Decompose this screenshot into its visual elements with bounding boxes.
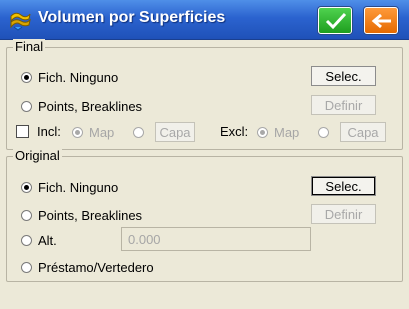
option-label: Map [274, 124, 300, 140]
ok-button[interactable] [318, 7, 352, 34]
excl-label: Excl: [220, 124, 249, 139]
incl-checkbox[interactable] [16, 125, 29, 138]
excl-capa-option[interactable] [318, 123, 335, 141]
final-define-button[interactable]: Definir [311, 95, 376, 115]
option-label: Préstamo/Vertedero [38, 259, 154, 275]
original-select-button[interactable]: Selec. [311, 176, 376, 196]
radio-button[interactable] [21, 234, 32, 246]
final-option-points[interactable]: Points, Breaklines [21, 97, 142, 115]
original-legend: Original [13, 148, 62, 163]
original-option-alt[interactable]: Alt. [21, 231, 57, 249]
checkmark-icon [325, 12, 347, 30]
original-define-button[interactable]: Definir [311, 204, 376, 224]
back-arrow-icon [371, 13, 391, 29]
option-label: Map [89, 124, 115, 140]
option-label: Points, Breaklines [38, 98, 143, 114]
incl-capa-option[interactable] [133, 123, 150, 141]
original-group: Original Fich. Ninguno Selec. Points, Br… [6, 148, 403, 282]
final-select-button[interactable]: Selec. [311, 66, 376, 86]
original-option-borrow-fill[interactable]: Préstamo/Vertedero [21, 258, 154, 276]
incl-label: Incl: [37, 124, 61, 139]
radio-button[interactable] [21, 181, 32, 193]
final-group: Final Fich. Ninguno Selec. Points, Break… [6, 39, 403, 150]
option-label: Fich. Ninguno [38, 179, 119, 195]
radio-button[interactable] [257, 126, 268, 138]
radio-button[interactable] [21, 100, 32, 112]
radio-button[interactable] [21, 209, 32, 221]
incl-map-option[interactable]: Map [72, 123, 114, 141]
surface-volume-icon [10, 12, 31, 31]
original-option-points[interactable]: Points, Breaklines [21, 206, 142, 224]
incl-capa-button[interactable]: Capa [155, 122, 195, 142]
alt-input[interactable]: 0.000 [121, 227, 311, 251]
option-label: Fich. Ninguno [38, 69, 119, 85]
excl-map-option[interactable]: Map [257, 123, 299, 141]
final-legend: Final [13, 39, 46, 54]
radio-button[interactable] [133, 126, 144, 138]
back-button[interactable] [364, 7, 398, 34]
radio-button[interactable] [21, 261, 32, 273]
radio-button[interactable] [72, 126, 83, 138]
option-label: Alt. [38, 232, 57, 248]
radio-button[interactable] [21, 71, 32, 83]
excl-capa-button[interactable]: Capa [340, 122, 386, 142]
window-title: Volumen por Superficies [38, 9, 226, 26]
final-option-none[interactable]: Fich. Ninguno [21, 68, 118, 86]
option-label: Points, Breaklines [38, 207, 143, 223]
original-option-none[interactable]: Fich. Ninguno [21, 178, 118, 196]
title-bar: Volumen por Superficies [0, 0, 409, 40]
radio-button[interactable] [318, 126, 329, 138]
